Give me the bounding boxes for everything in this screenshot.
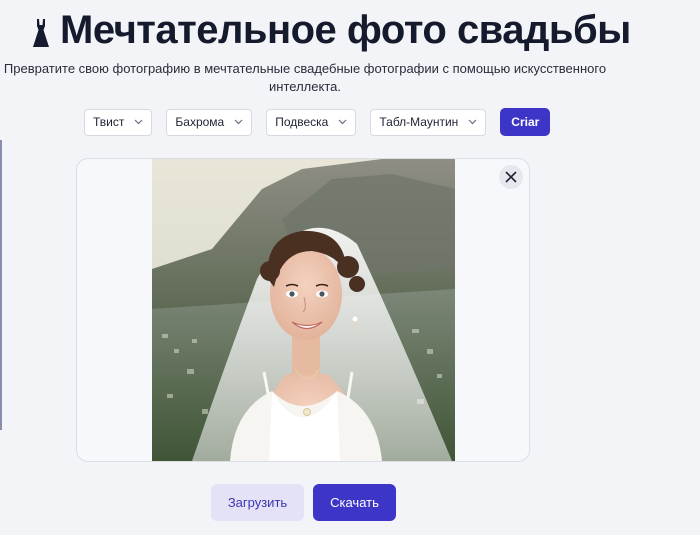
window-edge — [0, 140, 2, 430]
chevron-down-icon — [234, 119, 243, 125]
page-header: Мечтательное фото свадьбы — [32, 8, 631, 52]
download-button[interactable]: Скачать — [313, 484, 396, 521]
image-preview-panel — [76, 158, 530, 462]
upload-button[interactable]: Загрузить — [211, 484, 304, 521]
chevron-down-icon — [134, 119, 143, 125]
select-fringe[interactable]: Бахрома — [166, 108, 253, 136]
page-title: Мечтательное фото свадьбы — [60, 8, 631, 52]
select-twist[interactable]: Твист — [84, 108, 153, 136]
create-button[interactable]: Criar — [500, 108, 551, 136]
close-button[interactable] — [499, 165, 523, 189]
action-buttons: Загрузить Скачать — [211, 484, 396, 521]
chevron-down-icon — [338, 119, 347, 125]
dress-icon — [33, 19, 49, 47]
select-value: Подвеска — [275, 115, 329, 129]
select-location[interactable]: Табл-Маунтин — [370, 108, 487, 136]
page-subtitle: Превратите свою фотографию в мечтательны… — [3, 61, 607, 94]
select-value: Табл-Маунтин — [379, 115, 459, 129]
close-icon — [505, 171, 517, 183]
options-toolbar: Твист Бахрома Подвеска Табл-Маунтин Cria… — [84, 108, 551, 136]
select-pendant[interactable]: Подвеска — [266, 108, 357, 136]
select-value: Бахрома — [175, 115, 225, 129]
bride-photo — [152, 159, 455, 461]
select-value: Твист — [93, 115, 125, 129]
chevron-down-icon — [468, 119, 477, 125]
